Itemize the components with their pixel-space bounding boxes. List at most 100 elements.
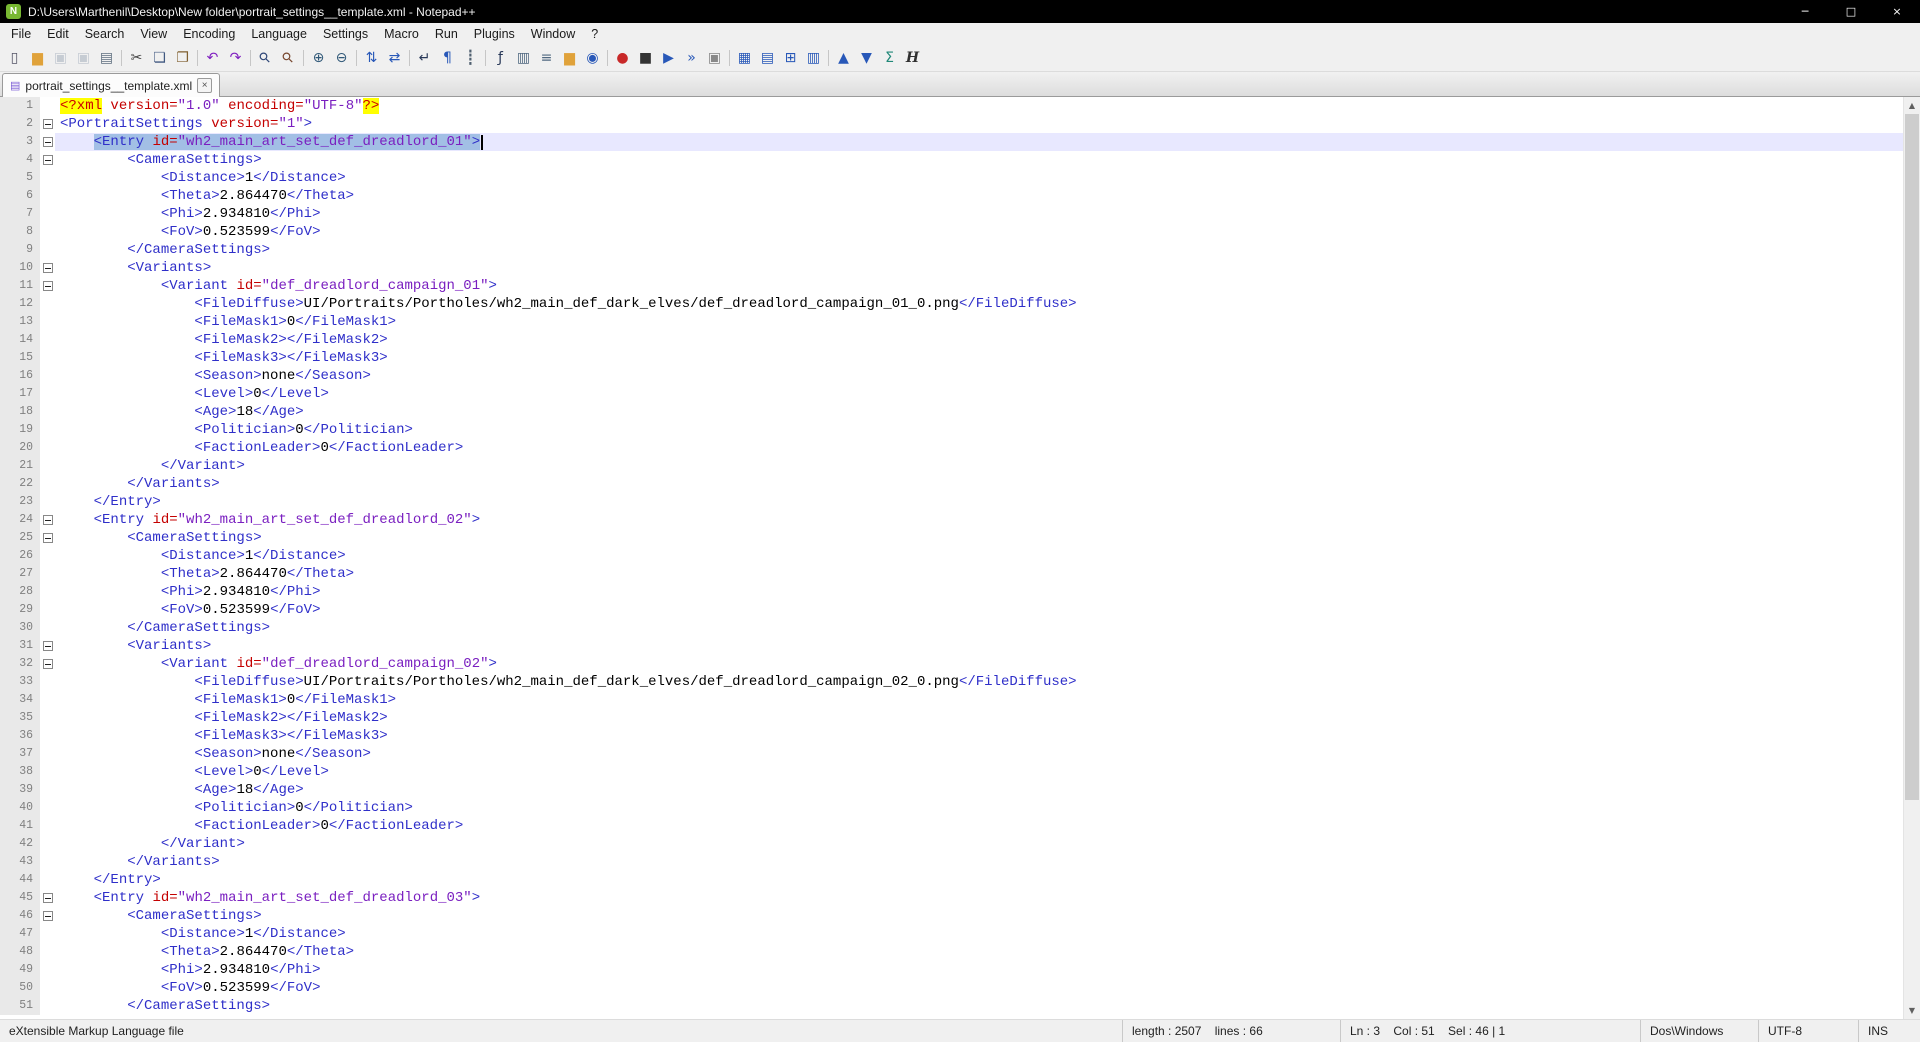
code-line[interactable]: 50 <FoV>0.523599</FoV> <box>0 979 1903 997</box>
macro-stop-button[interactable]: ■ <box>634 47 657 70</box>
code-line[interactable]: 33 <FileDiffuse>UI/Portraits/Portholes/w… <box>0 673 1903 691</box>
indent-guide-button[interactable]: ┋ <box>459 47 482 70</box>
menu-item-view[interactable]: View <box>132 24 175 44</box>
fold-collapse-icon[interactable] <box>42 119 53 129</box>
code-line[interactable]: 49 <Phi>2.934810</Phi> <box>0 961 1903 979</box>
scroll-up-icon[interactable]: ▲ <box>1904 97 1920 114</box>
menu-item-run[interactable]: Run <box>427 24 466 44</box>
code-line[interactable]: 8 <FoV>0.523599</FoV> <box>0 223 1903 241</box>
restore-button[interactable]: □ <box>1828 0 1874 23</box>
menu-item-search[interactable]: Search <box>77 24 133 44</box>
status-insert-mode[interactable]: INS <box>1858 1020 1920 1042</box>
code-line[interactable]: 1 <?xml version="1.0" encoding="UTF-8"?> <box>0 97 1903 115</box>
code-text[interactable]: <FileDiffuse>UI/Portraits/Portholes/wh2_… <box>55 295 1903 313</box>
code-text[interactable]: </Variant> <box>55 835 1903 853</box>
macro-playback-button[interactable]: ▶ <box>657 47 680 70</box>
code-line[interactable]: 23 </Entry> <box>0 493 1903 511</box>
code-line[interactable]: 16 <Season>none</Season> <box>0 367 1903 385</box>
fold-collapse-icon[interactable] <box>42 659 53 669</box>
code-text[interactable]: <Level>0</Level> <box>55 763 1903 781</box>
zoom-in-button[interactable]: ⊕ <box>307 47 330 70</box>
code-text[interactable]: <Entry id="wh2_main_art_set_def_dreadlor… <box>55 511 1903 529</box>
open-folder-button[interactable]: ▆ <box>26 47 49 70</box>
code-text[interactable]: <Age>18</Age> <box>55 403 1903 421</box>
menu-item-file[interactable]: File <box>3 24 39 44</box>
scrollbar-thumb[interactable] <box>1905 114 1919 800</box>
code-text[interactable]: <FoV>0.523599</FoV> <box>55 979 1903 997</box>
code-text[interactable]: <FileMask1>0</FileMask1> <box>55 313 1903 331</box>
replace-button[interactable]: ⚲ <box>277 47 300 70</box>
redo-button[interactable]: ↷ <box>224 47 247 70</box>
code-line[interactable]: 35 <FileMask2></FileMask2> <box>0 709 1903 727</box>
code-text[interactable]: <CameraSettings> <box>55 529 1903 547</box>
code-line[interactable]: 24 <Entry id="wh2_main_art_set_def_dread… <box>0 511 1903 529</box>
sort-descending-button[interactable]: ▼ <box>855 47 878 70</box>
code-line[interactable]: 44 </Entry> <box>0 871 1903 889</box>
folder-as-workspace-button[interactable]: ▆ <box>558 47 581 70</box>
code-line[interactable]: 47 <Distance>1</Distance> <box>0 925 1903 943</box>
cut-button[interactable]: ✂ <box>125 47 148 70</box>
sync-vertical-scroll-button[interactable]: ⇅ <box>360 47 383 70</box>
code-line[interactable]: 43 </Variants> <box>0 853 1903 871</box>
code-text[interactable]: <Phi>2.934810</Phi> <box>55 583 1903 601</box>
code-text[interactable]: <Theta>2.864470</Theta> <box>55 565 1903 583</box>
tab-close-icon[interactable]: × <box>197 78 213 93</box>
code-line[interactable]: 21 </Variant> <box>0 457 1903 475</box>
save-all-button[interactable]: ▣ <box>72 47 95 70</box>
code-line[interactable]: 25 <CameraSettings> <box>0 529 1903 547</box>
code-line[interactable]: 39 <Age>18</Age> <box>0 781 1903 799</box>
code-line[interactable]: 41 <FactionLeader>0</FactionLeader> <box>0 817 1903 835</box>
code-text[interactable]: </Entry> <box>55 871 1903 889</box>
code-line[interactable]: 48 <Theta>2.864470</Theta> <box>0 943 1903 961</box>
code-line[interactable]: 19 <Politician>0</Politician> <box>0 421 1903 439</box>
code-text[interactable]: <Distance>1</Distance> <box>55 547 1903 565</box>
minimize-button[interactable]: ─ <box>1782 0 1828 23</box>
code-text[interactable]: <CameraSettings> <box>55 151 1903 169</box>
code-text[interactable]: </Variants> <box>55 475 1903 493</box>
code-text[interactable]: <CameraSettings> <box>55 907 1903 925</box>
menu-item-encoding[interactable]: Encoding <box>175 24 243 44</box>
function-list-button[interactable]: ƒ <box>489 47 512 70</box>
code-line[interactable]: 51 </CameraSettings> <box>0 997 1903 1015</box>
code-line[interactable]: 30 </CameraSettings> <box>0 619 1903 637</box>
code-text[interactable]: <Phi>2.934810</Phi> <box>55 961 1903 979</box>
code-text[interactable]: <Distance>1</Distance> <box>55 169 1903 187</box>
code-text[interactable]: <FileMask3></FileMask3> <box>55 349 1903 367</box>
code-line[interactable]: 27 <Theta>2.864470</Theta> <box>0 565 1903 583</box>
menu-item-macro[interactable]: Macro <box>376 24 427 44</box>
fold-collapse-icon[interactable] <box>42 281 53 291</box>
zoom-out-button[interactable]: ⊖ <box>330 47 353 70</box>
vertical-scrollbar[interactable]: ▲ ▼ <box>1903 97 1920 1019</box>
sort-ascending-button[interactable]: ▲ <box>832 47 855 70</box>
code-text[interactable]: </CameraSettings> <box>55 241 1903 259</box>
code-line[interactable]: 31 <Variants> <box>0 637 1903 655</box>
fold-collapse-icon[interactable] <box>42 263 53 273</box>
menu-item-edit[interactable]: Edit <box>39 24 77 44</box>
code-line[interactable]: 20 <FactionLeader>0</FactionLeader> <box>0 439 1903 457</box>
find-button[interactable]: ⚲ <box>254 47 277 70</box>
code-line[interactable]: 37 <Season>none</Season> <box>0 745 1903 763</box>
code-text[interactable]: <Season>none</Season> <box>55 745 1903 763</box>
macro-save-button[interactable]: ▣ <box>703 47 726 70</box>
code-text[interactable]: <FileMask2></FileMask2> <box>55 709 1903 727</box>
save-file-button[interactable]: ▣ <box>49 47 72 70</box>
fold-collapse-icon[interactable] <box>42 911 53 921</box>
code-line[interactable]: 29 <FoV>0.523599</FoV> <box>0 601 1903 619</box>
print-button[interactable]: ▤ <box>95 47 118 70</box>
scroll-down-icon[interactable]: ▼ <box>1904 1002 1920 1019</box>
document-list-button[interactable]: ≡ <box>535 47 558 70</box>
code-line[interactable]: 18 <Age>18</Age> <box>0 403 1903 421</box>
code-line[interactable]: 10 <Variants> <box>0 259 1903 277</box>
paste-button[interactable]: ❐ <box>171 47 194 70</box>
code-text[interactable]: <FoV>0.523599</FoV> <box>55 601 1903 619</box>
fold-collapse-icon[interactable] <box>42 533 53 543</box>
code-text[interactable]: <Theta>2.864470</Theta> <box>55 943 1903 961</box>
word-wrap-button[interactable]: ↵ <box>413 47 436 70</box>
copy-button[interactable]: ❏ <box>148 47 171 70</box>
code-text[interactable]: </CameraSettings> <box>55 997 1903 1015</box>
summation-button[interactable]: Σ <box>878 47 901 70</box>
menu-item-plugins[interactable]: Plugins <box>466 24 523 44</box>
code-line[interactable]: 28 <Phi>2.934810</Phi> <box>0 583 1903 601</box>
status-encoding[interactable]: UTF-8 <box>1758 1020 1858 1042</box>
macro-run-multiple-button[interactable]: » <box>680 47 703 70</box>
